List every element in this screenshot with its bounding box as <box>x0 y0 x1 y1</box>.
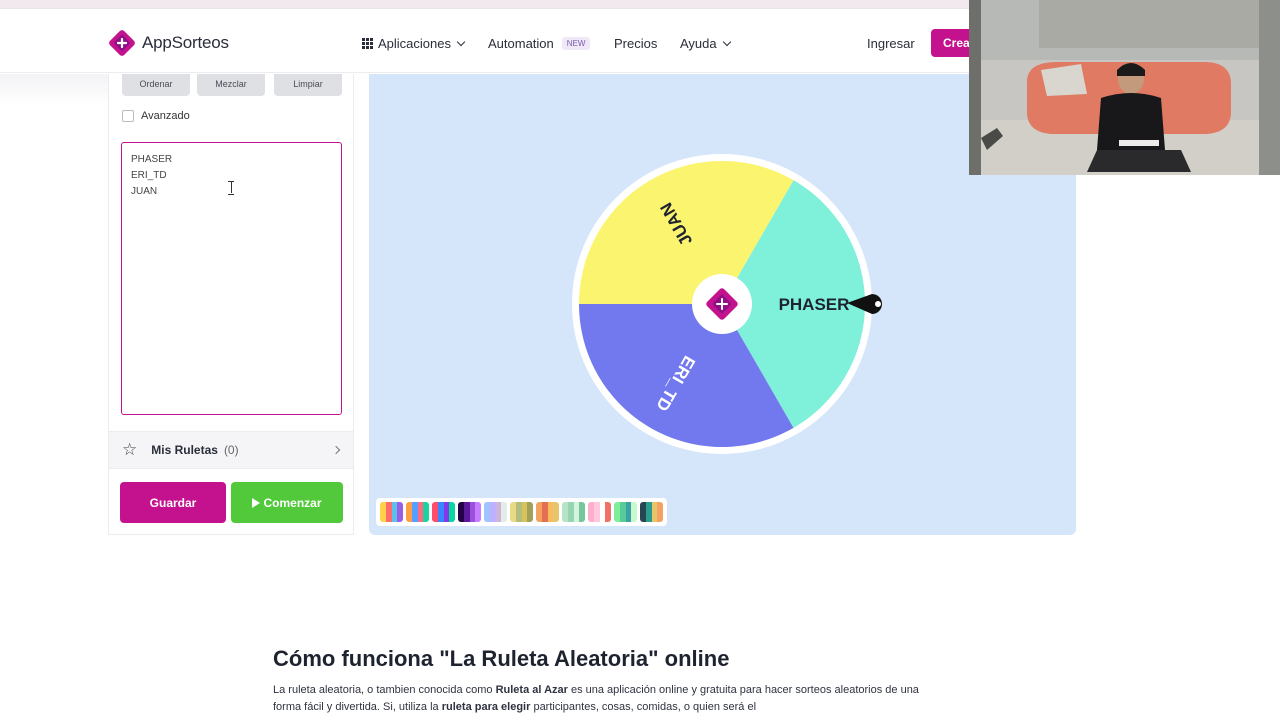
advanced-toggle[interactable]: Avanzado <box>122 110 190 122</box>
mis-ruletas-label: Mis Ruletas <box>151 443 218 457</box>
chevron-right-icon <box>331 445 341 455</box>
entry-line: ERI_TD <box>131 170 167 181</box>
mis-ruletas-count: (0) <box>223 443 239 457</box>
chevron-down-icon <box>722 37 731 46</box>
entry-line: JUAN <box>131 186 158 197</box>
text-run-bold: Ruleta al Azar <box>495 684 568 696</box>
star-icon: ☆ <box>122 440 138 459</box>
logo-text: AppSorteos <box>142 33 229 52</box>
nav-aplicaciones[interactable]: Aplicaciones <box>362 36 466 51</box>
appsorteos-logo-icon <box>109 30 135 56</box>
advanced-label: Avanzado <box>141 110 190 122</box>
mis-ruletas-row[interactable]: ☆ Mis Ruletas (0) <box>109 431 353 469</box>
palette-swatch[interactable] <box>536 502 559 522</box>
nav-aplicaciones-label: Aplicaciones <box>378 36 451 51</box>
article-title: Cómo funciona "La Ruleta Aleatoria" onli… <box>273 646 730 671</box>
nav-automation[interactable]: Automation NEW <box>488 36 591 51</box>
palette-swatch[interactable] <box>380 502 403 522</box>
palette-swatch[interactable] <box>484 502 507 522</box>
nav-ayuda[interactable]: Ayuda <box>680 36 731 51</box>
text-run: participantes, cosas, comidas, o quien s… <box>530 701 757 713</box>
color-palette-picker <box>376 498 667 526</box>
entry-line: PHASER <box>131 154 173 165</box>
article-paragraph: La ruleta aleatoria, o tambien conocida … <box>273 682 923 716</box>
new-badge: NEW <box>561 37 591 50</box>
webcam-overlay <box>969 0 1280 175</box>
advanced-checkbox[interactable] <box>122 110 134 122</box>
nav-precios-label: Precios <box>614 36 658 51</box>
chevron-down-icon <box>456 37 466 46</box>
ordenar-button[interactable]: Ordenar <box>122 74 190 96</box>
background-shade <box>0 74 108 106</box>
palette-swatch[interactable] <box>640 502 663 522</box>
palette-swatch[interactable] <box>588 502 611 522</box>
palette-swatch[interactable] <box>614 502 637 522</box>
apps-grid-icon <box>362 38 373 49</box>
palette-swatch[interactable] <box>458 502 481 522</box>
nav-ingresar-label: Ingresar <box>867 36 915 51</box>
palette-swatch[interactable] <box>406 502 429 522</box>
nav-ingresar[interactable]: Ingresar <box>867 36 915 51</box>
palette-swatch[interactable] <box>562 502 585 522</box>
palette-swatch[interactable] <box>510 502 533 522</box>
text-cursor-icon <box>228 181 234 195</box>
wheel-segment-label: PHASER <box>779 295 850 314</box>
palette-swatch[interactable] <box>432 502 455 522</box>
nav-precios[interactable]: Precios <box>614 36 657 51</box>
comenzar-label: Comenzar <box>263 496 322 510</box>
webcam-image <box>969 0 1280 175</box>
guardar-button[interactable]: Guardar <box>120 482 226 523</box>
logo[interactable]: AppSorteos <box>108 29 229 57</box>
nav-ayuda-label: Ayuda <box>680 36 717 51</box>
entries-panel: Ordenar Mezclar Limpiar Avanzado PHASER … <box>108 74 354 535</box>
comenzar-button[interactable]: Comenzar <box>231 482 343 523</box>
entries-textarea[interactable]: PHASER ERI_TD JUAN <box>121 142 342 415</box>
mezclar-button[interactable]: Mezclar <box>197 74 265 96</box>
text-run: La ruleta aleatoria, o tambien conocida … <box>273 684 496 696</box>
play-icon <box>252 498 261 508</box>
nav-automation-label: Automation <box>488 36 554 51</box>
text-run-bold: ruleta para elegir <box>441 701 531 713</box>
limpiar-button[interactable]: Limpiar <box>274 74 342 96</box>
